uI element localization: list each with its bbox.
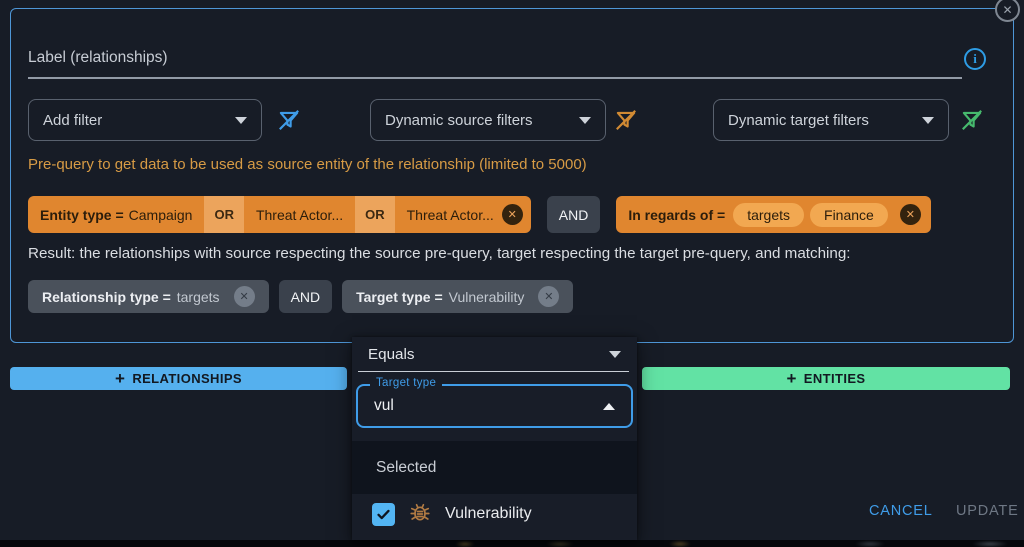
option-vulnerability[interactable]: Vulnerability <box>352 494 637 534</box>
chevron-down-icon <box>235 116 247 124</box>
add-entities-button[interactable]: + ENTITIES <box>642 367 1010 390</box>
chevron-down-icon <box>579 116 591 124</box>
source-prequery-filters: Entity type = Campaign OR Threat Actor..… <box>28 196 931 233</box>
add-relationships-button[interactable]: + RELATIONSHIPS <box>10 367 347 390</box>
background-page-strip <box>0 540 1024 547</box>
target-type-combobox[interactable]: Target type <box>356 377 633 428</box>
add-filter-select[interactable]: Add filter <box>28 99 262 141</box>
remove-filter-icon[interactable]: ✕ <box>501 204 523 225</box>
remove-filter-icon[interactable]: ✕ <box>233 286 255 307</box>
filter-value: Threat Actor... <box>406 206 494 223</box>
and-operator-chip[interactable]: AND <box>278 280 333 313</box>
filter-key: Entity type = <box>40 206 124 223</box>
checkbox-checked[interactable] <box>372 502 395 526</box>
info-icon[interactable]: i <box>964 48 986 70</box>
in-regards-of-filter-chip[interactable]: In regards of = targets Finance ✕ <box>616 196 931 233</box>
close-icon[interactable]: ✕ <box>995 0 1020 22</box>
plus-icon: + <box>786 369 797 388</box>
filter-value: Threat Actor... <box>255 206 344 223</box>
filter-key: In regards of = <box>628 206 726 223</box>
selected-group-header: Selected <box>352 441 637 494</box>
operator-select[interactable]: Equals <box>368 346 621 363</box>
clear-source-filters-icon[interactable] <box>276 107 302 133</box>
operator-underline <box>358 371 629 372</box>
filter-key: Target type = <box>356 288 443 305</box>
chevron-down-icon <box>609 351 621 358</box>
or-operator[interactable]: OR <box>355 196 395 233</box>
filter-key: Relationship type = <box>42 288 171 305</box>
relationship-filters: Relationship type = targets ✕ AND Target… <box>28 280 574 313</box>
result-description: Result: the relationships with source re… <box>28 245 851 262</box>
relationships-widget-config: ✕ Label (relationships) i Add filter Dyn… <box>0 0 1024 547</box>
filter-edit-popover: Equals Target type Selected Vulnerabilit… <box>352 337 637 540</box>
entity-type-filter-chip[interactable]: Entity type = Campaign OR Threat Actor..… <box>28 196 531 233</box>
clear-dynamic-source-filters-icon[interactable] <box>613 107 639 133</box>
dynamic-source-filters-select[interactable]: Dynamic source filters <box>370 99 606 141</box>
clear-dynamic-target-filters-icon[interactable] <box>959 107 985 133</box>
label-field[interactable]: Label (relationships) <box>28 49 168 67</box>
dynamic-target-filters-select[interactable]: Dynamic target filters <box>713 99 949 141</box>
option-label: Vulnerability <box>445 505 532 522</box>
chevron-up-icon[interactable] <box>603 402 615 410</box>
update-button[interactable]: UPDATE <box>956 503 1019 519</box>
plus-icon: + <box>114 369 126 388</box>
and-operator-chip[interactable]: AND <box>546 196 601 233</box>
prequery-heading: Pre-query to get data to be used as sour… <box>28 156 587 173</box>
filter-value: targets <box>176 288 220 305</box>
filter-value: Campaign <box>128 206 193 223</box>
or-operator[interactable]: OR <box>204 196 244 233</box>
filter-value: Vulnerability <box>448 288 525 305</box>
relationship-type-filter-chip[interactable]: Relationship type = targets ✕ <box>28 280 269 313</box>
target-type-input[interactable] <box>374 397 564 415</box>
label-field-underline <box>28 77 962 79</box>
remove-filter-icon[interactable]: ✕ <box>899 204 921 225</box>
remove-filter-icon[interactable]: ✕ <box>538 286 560 307</box>
filter-value-pill[interactable]: targets <box>733 202 805 227</box>
cancel-button[interactable]: CANCEL <box>869 503 933 519</box>
chevron-down-icon <box>922 116 934 124</box>
vulnerability-bug-icon <box>408 500 432 529</box>
field-label: Target type <box>370 377 443 389</box>
filter-value-pill[interactable]: Finance <box>810 202 888 227</box>
target-type-filter-chip[interactable]: Target type = Vulnerability ✕ <box>342 280 574 313</box>
